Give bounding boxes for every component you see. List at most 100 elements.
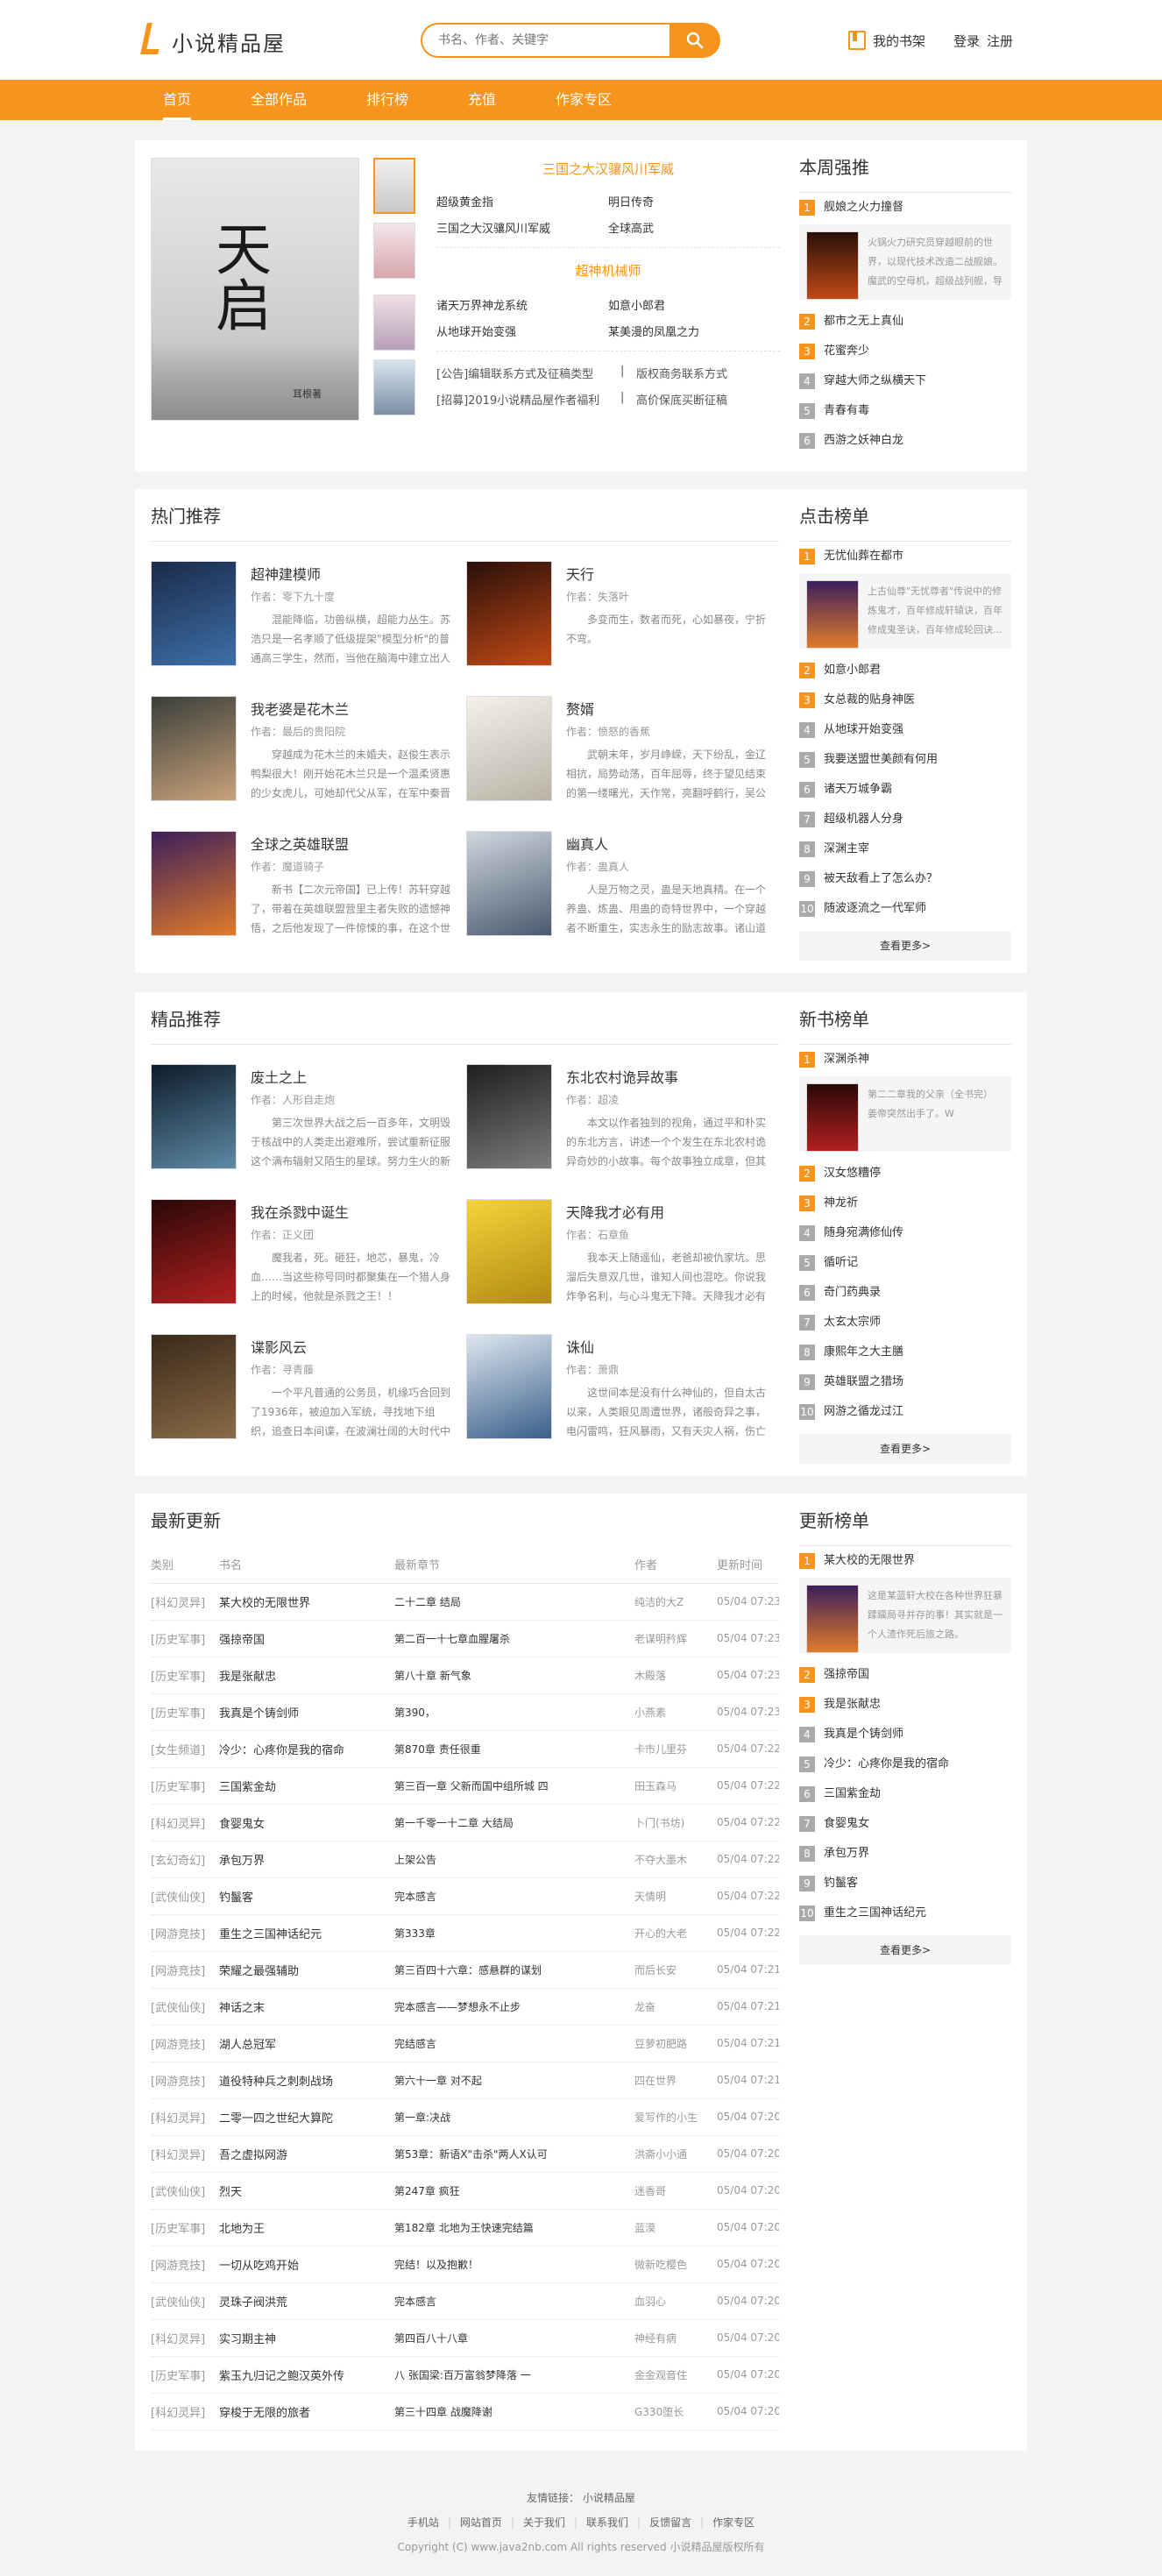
- book-title[interactable]: 废土之上: [251, 1066, 307, 1087]
- book-title[interactable]: 我老婆是花木兰: [251, 698, 349, 719]
- register-link[interactable]: 注册: [987, 32, 1013, 50]
- chapter-link[interactable]: 第八十章 新气象: [394, 1657, 634, 1694]
- rank-book-name[interactable]: 循听记: [824, 1256, 858, 1269]
- rank-item[interactable]: 8 承包万界: [799, 1839, 1011, 1869]
- rank-book-name[interactable]: 舰娘之火力撞督: [824, 201, 903, 214]
- rank-item[interactable]: 3 女总裁的贴身神医: [799, 685, 1011, 715]
- thumb-cover[interactable]: [373, 158, 415, 214]
- book-link[interactable]: 如意小郎君: [608, 296, 665, 313]
- book-title[interactable]: 赘婿: [566, 698, 594, 719]
- book-name-link[interactable]: 灵珠子阀洪荒: [219, 2282, 394, 2320]
- rank-book-name[interactable]: 无忧仙葬在都市: [824, 550, 903, 563]
- book-title[interactable]: 全球之英雄联盟: [251, 833, 349, 854]
- rank-book-name[interactable]: 深渊主宰: [824, 842, 869, 855]
- rank-item[interactable]: 2 都市之无上真仙: [799, 307, 1011, 337]
- book-item[interactable]: 天行 作者：失落叶 多变而生，数者而死，心如暴夜，宁折不弯。: [466, 561, 782, 675]
- rank-book-name[interactable]: 三国紫金劫: [824, 1787, 881, 1800]
- book-cover[interactable]: [806, 580, 859, 649]
- chapter-link[interactable]: 第53章：新语X"击杀"两人X认可: [394, 2135, 634, 2173]
- chapter-link[interactable]: 第三百一章 父新而国中组所城 四: [394, 1767, 634, 1805]
- book-name-link[interactable]: 重生之三国神话纪元: [219, 1914, 394, 1952]
- rank-item[interactable]: 3 我是张献忠: [799, 1690, 1011, 1720]
- chapter-link[interactable]: 完结！以及抱歉！: [394, 2246, 634, 2283]
- rank-book-name[interactable]: 某大校的无限世界: [824, 1554, 915, 1567]
- rank-book-name[interactable]: 太玄太宗师: [824, 1316, 881, 1329]
- book-link[interactable]: 诸天万界神龙系统: [436, 296, 528, 313]
- chapter-link[interactable]: 完结感言: [394, 2025, 634, 2062]
- book-item[interactable]: 我老婆是花木兰 作者：最后的贵阳院 穿越成为花木兰的未婚夫，赵俊生表示鸭梨很大！刚开…: [151, 696, 466, 810]
- rank-book-name[interactable]: 超级机器人分身: [824, 813, 903, 826]
- rank-item[interactable]: 9 被天敌看上了怎么办？: [799, 864, 1011, 894]
- book-cover[interactable]: [806, 231, 859, 300]
- more-link[interactable]: 查看更多>: [799, 1434, 1011, 1464]
- chapter-link[interactable]: 第247章 疯狂: [394, 2172, 634, 2210]
- book-cover[interactable]: [151, 1334, 237, 1439]
- chapter-link[interactable]: 第333章: [394, 1914, 634, 1952]
- rank-item[interactable]: 10 网游之循龙过江: [799, 1397, 1011, 1427]
- book-cover[interactable]: [466, 561, 552, 666]
- rank-book-name[interactable]: 如意小郎君: [824, 664, 881, 677]
- book-cover[interactable]: [806, 1083, 859, 1152]
- group1-title[interactable]: 三国之大汉骧风川军威: [436, 160, 780, 178]
- book-cover[interactable]: [151, 561, 237, 666]
- book-item[interactable]: 谍影风云 作者：寻青藤 一个平凡普通的公务员，机缘巧合回到了1936年，被迫加入军统…: [151, 1334, 466, 1448]
- rank-book-name[interactable]: 我要送盟世美颜有何用: [824, 753, 938, 766]
- rank-item[interactable]: 3 花蜜奔少: [799, 337, 1011, 366]
- book-item[interactable]: 废土之上 作者：人形自走炮 第三次世界大战之后一百多年，文明毁于核战中的人类走出避难…: [151, 1064, 466, 1178]
- rank-item[interactable]: 2 强掠帝国: [799, 1660, 1011, 1690]
- rank-item[interactable]: 2 如意小郎君: [799, 656, 1011, 685]
- rank-item[interactable]: 10 重生之三国神话纪元: [799, 1898, 1011, 1928]
- chapter-link[interactable]: 二十二章 结局: [394, 1583, 634, 1621]
- chapter-link[interactable]: 第一章:决战: [394, 2098, 634, 2136]
- book-name-link[interactable]: 神话之末: [219, 1988, 394, 2026]
- book-item[interactable]: 东北农村诡异故事 作者：超凌 本文以作者独到的视角，通过平和朴实的东北方言，讲述一个…: [466, 1064, 782, 1178]
- notice-link[interactable]: [公告]编辑联系方式及征稿类型: [436, 365, 593, 381]
- book-name-link[interactable]: 穿梭于无限的旅者: [219, 2393, 394, 2431]
- footer-link[interactable]: 反馈留言: [649, 2516, 691, 2529]
- book-name-link[interactable]: 道役特种兵之刺刺战场: [219, 2062, 394, 2099]
- rank-book-name[interactable]: 都市之无上真仙: [824, 315, 903, 328]
- book-name-link[interactable]: 某大校的无限世界: [219, 1583, 394, 1621]
- rank-book-name[interactable]: 我是张献忠: [824, 1698, 881, 1711]
- rank-book-name[interactable]: 汉女悠糟停: [824, 1167, 881, 1180]
- rank-item[interactable]: 10 随波逐流之一代军师: [799, 894, 1011, 924]
- rank-item[interactable]: 7 太玄太宗师: [799, 1308, 1011, 1338]
- book-item[interactable]: 全球之英雄联盟 作者：魔道骑子 新书【二次元帝国】已上传！苏轩穿越了，带着在英雄联盟…: [151, 831, 466, 945]
- footer-link[interactable]: 网站首页: [460, 2516, 502, 2529]
- book-name-link[interactable]: 强掠帝国: [219, 1620, 394, 1657]
- search-button[interactable]: [670, 23, 720, 58]
- book-name-link[interactable]: 三国紫金劫: [219, 1767, 394, 1805]
- rank-book-name[interactable]: 诸天万城争霸: [824, 783, 892, 796]
- rank-book-name[interactable]: 穿越大师之纵横天下: [824, 374, 926, 387]
- rank-item[interactable]: 7 食婴鬼女: [799, 1809, 1011, 1839]
- friend-link[interactable]: 小说精品屋: [583, 2492, 635, 2504]
- nav-ranking[interactable]: 排行榜: [366, 80, 408, 120]
- chapter-link[interactable]: 八 张国梁:百万富翁梦降落 一: [394, 2356, 634, 2394]
- group2-title[interactable]: 超神机械师: [436, 261, 780, 280]
- site-logo[interactable]: 小说精品屋: [140, 21, 319, 58]
- nav-author-zone[interactable]: 作家专区: [556, 80, 612, 120]
- rank-item[interactable]: 2 汉女悠糟停: [799, 1159, 1011, 1189]
- chapter-link[interactable]: 第三十四章 战魔降谢: [394, 2393, 634, 2431]
- book-link[interactable]: 全球高武: [608, 219, 654, 236]
- rank-book-name[interactable]: 西游之妖神白龙: [824, 434, 903, 447]
- book-name-link[interactable]: 烈天: [219, 2172, 394, 2210]
- rank-book-name[interactable]: 被天敌看上了怎么办？: [824, 872, 938, 885]
- rank-item[interactable]: 4 随身宛满修仙传: [799, 1218, 1011, 1248]
- nav-recharge[interactable]: 充值: [468, 80, 496, 120]
- book-name-link[interactable]: 吾之虚拟网游: [219, 2135, 394, 2173]
- nav-home[interactable]: 首页: [163, 80, 192, 120]
- book-item[interactable]: 赘婿 作者：愤怒的香蕉 武朝末年，岁月峥嵘，天下纷乱，金辽相抗，局势动荡，百年屈辱，…: [466, 696, 782, 810]
- rank-item[interactable]: 5 冷少：心疼你是我的宿命: [799, 1749, 1011, 1779]
- book-title[interactable]: 我在杀戮中诞生: [251, 1201, 349, 1222]
- book-cover[interactable]: [466, 1334, 552, 1439]
- rank-book-name[interactable]: 承包万界: [824, 1847, 869, 1860]
- rank-item[interactable]: 4 我真是个铸剑师: [799, 1720, 1011, 1749]
- book-title[interactable]: 天降我才必有用: [566, 1201, 664, 1222]
- rank-item[interactable]: 9 英雄联盟之猎场: [799, 1367, 1011, 1397]
- book-item[interactable]: 天降我才必有用 作者：石章鱼 我本天上随遥仙，老爸却被仇家坑。思溜后失意双几世，谁知…: [466, 1199, 782, 1313]
- chapter-link[interactable]: 第六十一章 对不起: [394, 2062, 634, 2099]
- rank-book-name[interactable]: 神龙祈: [824, 1196, 858, 1210]
- thumb-cover[interactable]: [373, 295, 415, 351]
- book-name-link[interactable]: 钓鬣客: [219, 1877, 394, 1915]
